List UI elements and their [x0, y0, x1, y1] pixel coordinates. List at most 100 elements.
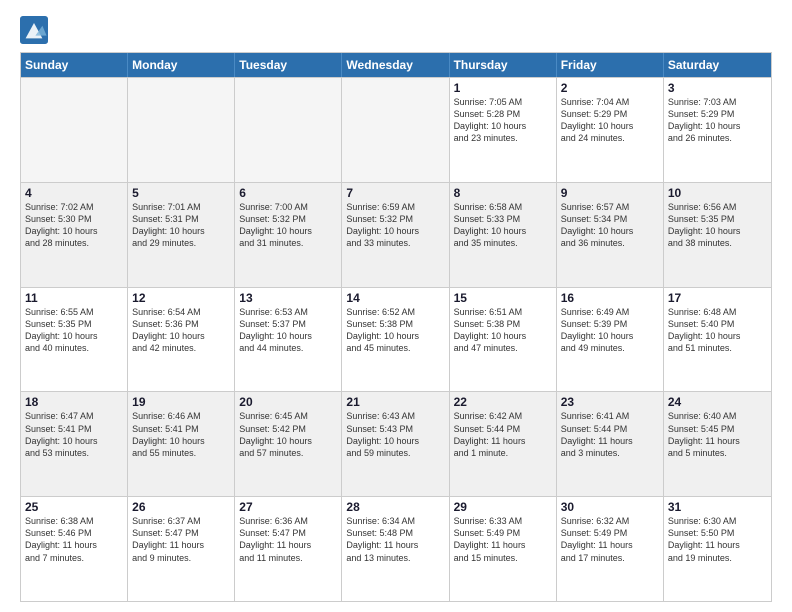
- day-info: Sunrise: 6:55 AM Sunset: 5:35 PM Dayligh…: [25, 306, 123, 355]
- calendar-cell: 31Sunrise: 6:30 AM Sunset: 5:50 PM Dayli…: [664, 497, 771, 601]
- calendar-cell: 10Sunrise: 6:56 AM Sunset: 5:35 PM Dayli…: [664, 183, 771, 287]
- day-number: 21: [346, 395, 444, 409]
- day-info: Sunrise: 6:36 AM Sunset: 5:47 PM Dayligh…: [239, 515, 337, 564]
- day-number: 29: [454, 500, 552, 514]
- day-number: 17: [668, 291, 767, 305]
- calendar-row-2: 11Sunrise: 6:55 AM Sunset: 5:35 PM Dayli…: [21, 287, 771, 392]
- day-info: Sunrise: 7:01 AM Sunset: 5:31 PM Dayligh…: [132, 201, 230, 250]
- day-info: Sunrise: 6:53 AM Sunset: 5:37 PM Dayligh…: [239, 306, 337, 355]
- calendar-cell: 5Sunrise: 7:01 AM Sunset: 5:31 PM Daylig…: [128, 183, 235, 287]
- calendar-cell: 20Sunrise: 6:45 AM Sunset: 5:42 PM Dayli…: [235, 392, 342, 496]
- calendar-cell: 11Sunrise: 6:55 AM Sunset: 5:35 PM Dayli…: [21, 288, 128, 392]
- day-number: 24: [668, 395, 767, 409]
- day-number: 23: [561, 395, 659, 409]
- day-info: Sunrise: 6:33 AM Sunset: 5:49 PM Dayligh…: [454, 515, 552, 564]
- day-number: 3: [668, 81, 767, 95]
- day-info: Sunrise: 6:49 AM Sunset: 5:39 PM Dayligh…: [561, 306, 659, 355]
- day-info: Sunrise: 6:41 AM Sunset: 5:44 PM Dayligh…: [561, 410, 659, 459]
- logo-icon: [20, 16, 48, 44]
- header: [20, 16, 772, 44]
- calendar-body: 1Sunrise: 7:05 AM Sunset: 5:28 PM Daylig…: [21, 77, 771, 601]
- calendar-cell: [235, 78, 342, 182]
- calendar-cell: 30Sunrise: 6:32 AM Sunset: 5:49 PM Dayli…: [557, 497, 664, 601]
- day-info: Sunrise: 6:52 AM Sunset: 5:38 PM Dayligh…: [346, 306, 444, 355]
- day-number: 8: [454, 186, 552, 200]
- day-number: 30: [561, 500, 659, 514]
- day-info: Sunrise: 7:02 AM Sunset: 5:30 PM Dayligh…: [25, 201, 123, 250]
- day-number: 5: [132, 186, 230, 200]
- day-info: Sunrise: 6:43 AM Sunset: 5:43 PM Dayligh…: [346, 410, 444, 459]
- day-info: Sunrise: 6:47 AM Sunset: 5:41 PM Dayligh…: [25, 410, 123, 459]
- calendar-cell: 25Sunrise: 6:38 AM Sunset: 5:46 PM Dayli…: [21, 497, 128, 601]
- calendar-cell: 28Sunrise: 6:34 AM Sunset: 5:48 PM Dayli…: [342, 497, 449, 601]
- calendar-header-friday: Friday: [557, 53, 664, 77]
- calendar-cell: 9Sunrise: 6:57 AM Sunset: 5:34 PM Daylig…: [557, 183, 664, 287]
- day-info: Sunrise: 6:38 AM Sunset: 5:46 PM Dayligh…: [25, 515, 123, 564]
- day-info: Sunrise: 6:30 AM Sunset: 5:50 PM Dayligh…: [668, 515, 767, 564]
- day-number: 22: [454, 395, 552, 409]
- day-number: 4: [25, 186, 123, 200]
- day-number: 10: [668, 186, 767, 200]
- day-info: Sunrise: 6:46 AM Sunset: 5:41 PM Dayligh…: [132, 410, 230, 459]
- calendar-row-0: 1Sunrise: 7:05 AM Sunset: 5:28 PM Daylig…: [21, 77, 771, 182]
- day-number: 13: [239, 291, 337, 305]
- calendar-row-4: 25Sunrise: 6:38 AM Sunset: 5:46 PM Dayli…: [21, 496, 771, 601]
- calendar-cell: 15Sunrise: 6:51 AM Sunset: 5:38 PM Dayli…: [450, 288, 557, 392]
- day-number: 31: [668, 500, 767, 514]
- day-info: Sunrise: 6:56 AM Sunset: 5:35 PM Dayligh…: [668, 201, 767, 250]
- calendar-cell: 18Sunrise: 6:47 AM Sunset: 5:41 PM Dayli…: [21, 392, 128, 496]
- calendar-header-wednesday: Wednesday: [342, 53, 449, 77]
- day-number: 7: [346, 186, 444, 200]
- day-info: Sunrise: 7:05 AM Sunset: 5:28 PM Dayligh…: [454, 96, 552, 145]
- day-number: 15: [454, 291, 552, 305]
- day-info: Sunrise: 7:03 AM Sunset: 5:29 PM Dayligh…: [668, 96, 767, 145]
- calendar-cell: 14Sunrise: 6:52 AM Sunset: 5:38 PM Dayli…: [342, 288, 449, 392]
- day-number: 19: [132, 395, 230, 409]
- page: SundayMondayTuesdayWednesdayThursdayFrid…: [0, 0, 792, 612]
- day-number: 1: [454, 81, 552, 95]
- day-number: 25: [25, 500, 123, 514]
- calendar-cell: 21Sunrise: 6:43 AM Sunset: 5:43 PM Dayli…: [342, 392, 449, 496]
- day-number: 18: [25, 395, 123, 409]
- day-number: 2: [561, 81, 659, 95]
- day-number: 14: [346, 291, 444, 305]
- calendar-cell: 19Sunrise: 6:46 AM Sunset: 5:41 PM Dayli…: [128, 392, 235, 496]
- day-info: Sunrise: 6:37 AM Sunset: 5:47 PM Dayligh…: [132, 515, 230, 564]
- calendar-cell: 26Sunrise: 6:37 AM Sunset: 5:47 PM Dayli…: [128, 497, 235, 601]
- day-number: 12: [132, 291, 230, 305]
- day-info: Sunrise: 7:04 AM Sunset: 5:29 PM Dayligh…: [561, 96, 659, 145]
- calendar-cell: 29Sunrise: 6:33 AM Sunset: 5:49 PM Dayli…: [450, 497, 557, 601]
- day-info: Sunrise: 6:45 AM Sunset: 5:42 PM Dayligh…: [239, 410, 337, 459]
- calendar-cell: 6Sunrise: 7:00 AM Sunset: 5:32 PM Daylig…: [235, 183, 342, 287]
- day-info: Sunrise: 6:57 AM Sunset: 5:34 PM Dayligh…: [561, 201, 659, 250]
- day-info: Sunrise: 6:48 AM Sunset: 5:40 PM Dayligh…: [668, 306, 767, 355]
- day-info: Sunrise: 6:58 AM Sunset: 5:33 PM Dayligh…: [454, 201, 552, 250]
- calendar-cell: 7Sunrise: 6:59 AM Sunset: 5:32 PM Daylig…: [342, 183, 449, 287]
- day-info: Sunrise: 6:51 AM Sunset: 5:38 PM Dayligh…: [454, 306, 552, 355]
- calendar-cell: 2Sunrise: 7:04 AM Sunset: 5:29 PM Daylig…: [557, 78, 664, 182]
- calendar-cell: 16Sunrise: 6:49 AM Sunset: 5:39 PM Dayli…: [557, 288, 664, 392]
- day-info: Sunrise: 6:40 AM Sunset: 5:45 PM Dayligh…: [668, 410, 767, 459]
- calendar-cell: 12Sunrise: 6:54 AM Sunset: 5:36 PM Dayli…: [128, 288, 235, 392]
- calendar-cell: 8Sunrise: 6:58 AM Sunset: 5:33 PM Daylig…: [450, 183, 557, 287]
- calendar-cell: 3Sunrise: 7:03 AM Sunset: 5:29 PM Daylig…: [664, 78, 771, 182]
- day-number: 28: [346, 500, 444, 514]
- logo-area: [20, 16, 52, 44]
- calendar-cell: [128, 78, 235, 182]
- calendar-header-tuesday: Tuesday: [235, 53, 342, 77]
- calendar-cell: 4Sunrise: 7:02 AM Sunset: 5:30 PM Daylig…: [21, 183, 128, 287]
- calendar-header-saturday: Saturday: [664, 53, 771, 77]
- calendar-row-1: 4Sunrise: 7:02 AM Sunset: 5:30 PM Daylig…: [21, 182, 771, 287]
- day-info: Sunrise: 6:42 AM Sunset: 5:44 PM Dayligh…: [454, 410, 552, 459]
- calendar-cell: 17Sunrise: 6:48 AM Sunset: 5:40 PM Dayli…: [664, 288, 771, 392]
- calendar-header-sunday: Sunday: [21, 53, 128, 77]
- calendar-header-monday: Monday: [128, 53, 235, 77]
- day-info: Sunrise: 6:59 AM Sunset: 5:32 PM Dayligh…: [346, 201, 444, 250]
- day-number: 16: [561, 291, 659, 305]
- day-info: Sunrise: 6:54 AM Sunset: 5:36 PM Dayligh…: [132, 306, 230, 355]
- day-number: 20: [239, 395, 337, 409]
- day-number: 27: [239, 500, 337, 514]
- calendar-cell: [342, 78, 449, 182]
- calendar-cell: 22Sunrise: 6:42 AM Sunset: 5:44 PM Dayli…: [450, 392, 557, 496]
- day-number: 9: [561, 186, 659, 200]
